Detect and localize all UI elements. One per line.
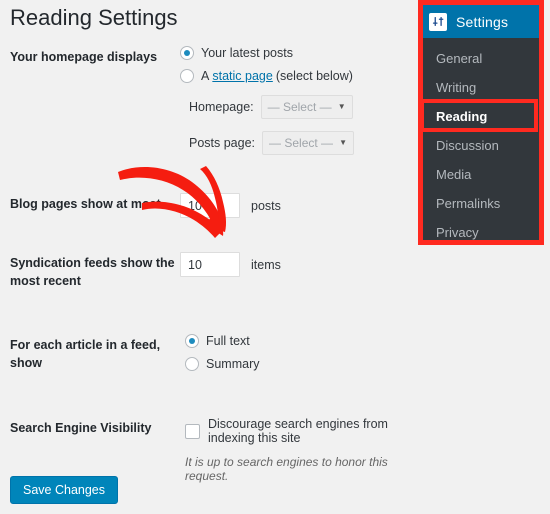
discourage-checkbox-icon[interactable] xyxy=(185,423,200,439)
radio-latest-posts-icon[interactable] xyxy=(180,46,194,60)
field-search-engine-visibility: Discourage search engines from indexing … xyxy=(185,417,420,483)
radio-label-summary: Summary xyxy=(206,357,260,372)
save-changes-button[interactable]: Save Changes xyxy=(10,476,119,505)
row-search-engine-visibility: Search Engine Visibility Discourage sear… xyxy=(0,417,420,483)
checkbox-option-discourage[interactable]: Discourage search engines from indexing … xyxy=(185,417,420,445)
field-homepage-displays: Your latest posts A static page (select … xyxy=(180,46,420,155)
syndication-feeds-suffix: items xyxy=(251,257,281,272)
radio-option-summary[interactable]: Summary xyxy=(185,357,420,372)
blog-pages-input[interactable]: 10 xyxy=(180,193,240,218)
chevron-down-icon: ▼ xyxy=(339,138,348,147)
static-page-trail-text: (select below) xyxy=(275,69,353,83)
posts-page-select-value: — Select — xyxy=(269,136,334,150)
settings-sliders-icon xyxy=(429,12,447,31)
radio-option-full-text[interactable]: Full text xyxy=(185,334,420,349)
static-page-lead-text: A xyxy=(201,69,210,83)
settings-sidebar: Settings General Writing Reading Discuss… xyxy=(418,0,544,245)
sidebar-inner: Settings General Writing Reading Discuss… xyxy=(423,5,539,240)
row-homepage-displays: Your homepage displays Your latest posts… xyxy=(0,46,420,155)
radio-summary-icon[interactable] xyxy=(185,357,199,372)
label-posts-page-select: Posts page: xyxy=(189,136,256,150)
sidebar-item-general[interactable]: General xyxy=(423,44,539,73)
label-homepage-displays: Your homepage displays xyxy=(10,50,158,64)
sidebar-item-label: Media xyxy=(436,167,472,182)
page-title: Reading Settings xyxy=(10,5,178,30)
sidebar-item-writing[interactable]: Writing xyxy=(423,73,539,102)
label-feed-article: For each article in a feed, show xyxy=(10,338,161,371)
chevron-down-icon: ▼ xyxy=(337,102,346,111)
row-feed-article: For each article in a feed, show Full te… xyxy=(0,334,420,380)
radio-static-page-icon[interactable] xyxy=(180,69,194,83)
select-row-posts-page: Posts page: — Select — ▼ xyxy=(180,131,420,155)
row-blog-pages: Blog pages show at most 10 posts xyxy=(0,193,420,218)
search-visibility-hint: It is up to search engines to honor this… xyxy=(185,455,388,484)
field-blog-pages: 10 posts xyxy=(180,193,420,218)
field-feed-article: Full text Summary xyxy=(185,334,420,380)
sidebar-header-title: Settings xyxy=(456,13,509,30)
homepage-select-value: — Select — xyxy=(267,100,332,114)
posts-page-select[interactable]: — Select — ▼ xyxy=(262,131,355,155)
sidebar-item-privacy[interactable]: Privacy xyxy=(423,218,539,240)
label-search-engine-visibility: Search Engine Visibility xyxy=(10,421,152,436)
syndication-feeds-input[interactable]: 10 xyxy=(180,252,240,277)
sidebar-item-label: Permalinks xyxy=(436,196,501,211)
field-syndication-feeds: 10 items xyxy=(180,252,420,277)
label-syndication-feeds: Syndication feeds show the most recent xyxy=(10,256,175,289)
homepage-select[interactable]: — Select — ▼ xyxy=(260,95,353,119)
radio-label-full-text: Full text xyxy=(206,334,250,349)
sidebar-item-media[interactable]: Media xyxy=(423,160,539,189)
blog-pages-suffix: posts xyxy=(251,198,281,213)
sidebar-header[interactable]: Settings xyxy=(423,5,539,38)
sidebar-item-discussion[interactable]: Discussion xyxy=(423,131,539,160)
radio-option-static-page[interactable]: A static page (select below) xyxy=(180,69,420,83)
radio-label-latest-posts: Your latest posts xyxy=(201,46,293,60)
sidebar-item-permalinks[interactable]: Permalinks xyxy=(423,189,539,218)
radio-option-latest-posts[interactable]: Your latest posts xyxy=(180,46,420,60)
static-page-link[interactable]: static page xyxy=(212,69,272,83)
sidebar-item-label: General xyxy=(436,51,483,66)
sidebar-item-label: Privacy xyxy=(436,225,479,240)
sidebar-item-label: Reading xyxy=(436,109,488,124)
reading-settings-page: Reading Settings Your homepage displays … xyxy=(0,0,550,514)
row-syndication-feeds: Syndication feeds show the most recent 1… xyxy=(0,252,420,290)
sidebar-item-reading[interactable]: Reading xyxy=(423,102,539,131)
label-blog-pages: Blog pages show at most xyxy=(10,197,161,211)
sidebar-item-label: Writing xyxy=(436,80,477,95)
select-row-homepage: Homepage: — Select — ▼ xyxy=(180,95,420,119)
label-homepage-select: Homepage: xyxy=(189,100,254,114)
radio-full-text-icon[interactable] xyxy=(185,334,199,349)
sidebar-item-label: Discussion xyxy=(436,138,499,153)
discourage-checkbox-label: Discourage search engines from indexing … xyxy=(208,417,388,446)
settings-form: Your homepage displays Your latest posts… xyxy=(0,46,420,483)
